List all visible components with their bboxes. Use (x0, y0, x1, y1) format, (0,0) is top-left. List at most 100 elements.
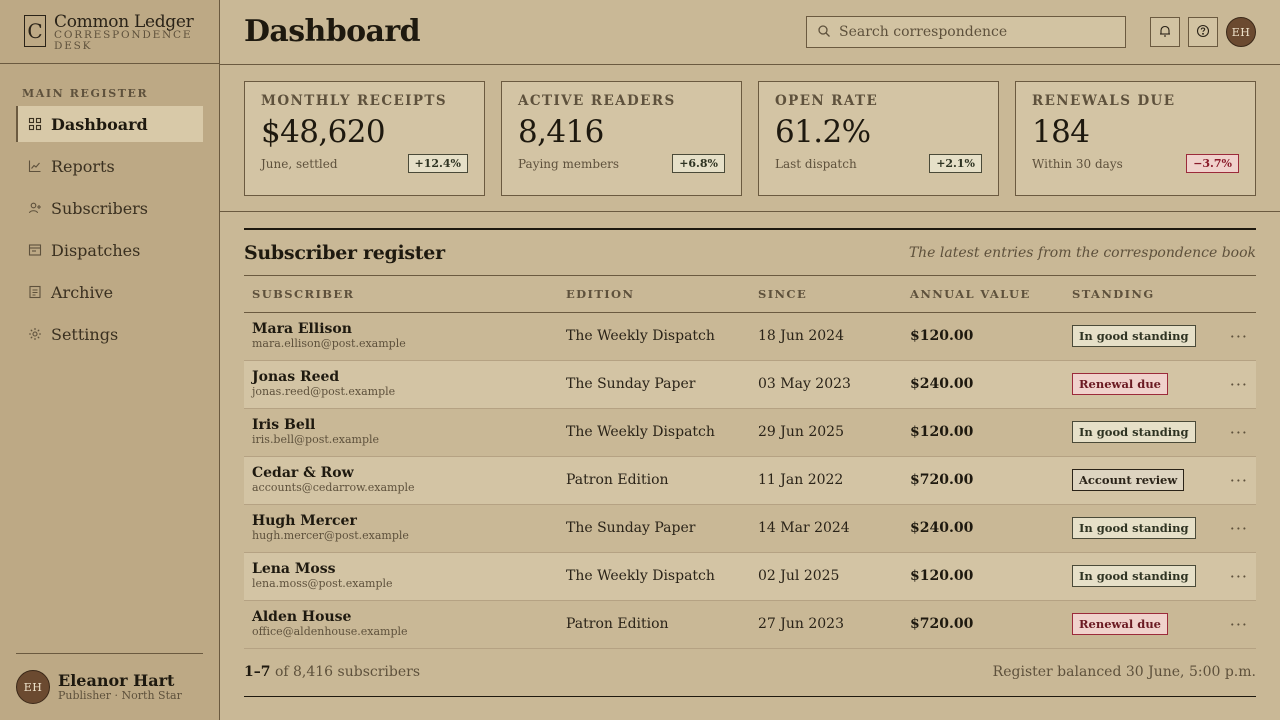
stat-value: $48,620 (261, 114, 386, 150)
table-header-row: SUBSCRIBER EDITION SINCE ANNUAL VALUE ST… (244, 276, 1256, 313)
edition-cell: The Weekly Dispatch (558, 552, 750, 601)
search-box[interactable] (806, 16, 1126, 48)
stat-card-active-readers: ACTIVE READERS 8,416 Paying members +6.8… (501, 81, 742, 196)
row-actions-button[interactable]: ··· (1204, 552, 1256, 601)
sidebar-item-dashboard[interactable]: Dashboard (16, 106, 203, 142)
annual-value-cell: $120.00 (902, 312, 1064, 361)
status-badge: In good standing (1072, 565, 1196, 587)
table-row[interactable]: Cedar & Row accounts@cedarrow.example Pat… (244, 456, 1256, 505)
stat-value: 8,416 (518, 114, 604, 150)
gear-icon (28, 327, 42, 341)
stat-value: 61.2% (775, 114, 871, 150)
edition-cell: The Sunday Paper (558, 360, 750, 409)
sidebar-item-reports[interactable]: Reports (16, 148, 203, 184)
column-header-since[interactable]: SINCE (750, 276, 902, 313)
stat-label: ACTIVE READERS (518, 93, 676, 109)
annual-value-cell: $240.00 (902, 504, 1064, 553)
sidebar-item-label: Archive (51, 282, 114, 302)
document-icon (28, 285, 42, 299)
table-row[interactable]: Alden House office@aldenhouse.example Pat… (244, 600, 1256, 649)
bell-icon (1158, 23, 1172, 42)
column-header-standing[interactable]: STANDING (1064, 276, 1204, 313)
sidebar: C Common Ledger CORRESPONDENCE DESK MAIN… (0, 0, 220, 720)
subscriber-name: Iris Bell (252, 417, 316, 433)
help-icon (1196, 23, 1210, 42)
table-row[interactable]: Lena Moss lena.moss@post.example The Week… (244, 552, 1256, 601)
table-row[interactable]: Mara Ellison mara.ellison@post.example Th… (244, 312, 1256, 361)
stat-card-monthly-receipts: MONTHLY RECEIPTS $48,620 June, settled +… (244, 81, 485, 196)
brand[interactable]: C Common Ledger CORRESPONDENCE DESK (0, 0, 219, 64)
pagination-total: of 8,416 subscribers (274, 664, 421, 680)
stat-delta-badge: +6.8% (672, 154, 725, 173)
notifications-button[interactable] (1150, 17, 1180, 47)
sidebar-item-settings[interactable]: Settings (16, 316, 203, 352)
annual-value-cell: $240.00 (902, 360, 1064, 409)
pagination-range: 1–7 (244, 664, 271, 680)
avatar: EH (16, 670, 50, 704)
column-header-actions (1204, 276, 1256, 313)
row-actions-button[interactable]: ··· (1204, 600, 1256, 649)
row-actions-button[interactable]: ··· (1204, 408, 1256, 457)
column-header-annual-value[interactable]: ANNUAL VALUE (902, 276, 1064, 313)
edition-cell: Patron Edition (558, 600, 750, 649)
annual-value-cell: $720.00 (902, 600, 1064, 649)
sidebar-item-dispatches[interactable]: Dispatches (16, 232, 203, 268)
top-header: Dashboard EH (220, 0, 1280, 64)
column-header-edition[interactable]: EDITION (558, 276, 750, 313)
stat-note: Paying members (518, 156, 620, 171)
user-profile[interactable]: EH Eleanor Hart Publisher · North Star (16, 653, 203, 704)
stats-row: MONTHLY RECEIPTS $48,620 June, settled +… (220, 64, 1280, 212)
subscriber-email: iris.bell@post.example (252, 433, 380, 446)
subscriber-email: hugh.mercer@post.example (252, 529, 409, 542)
annual-value-cell: $120.00 (902, 552, 1064, 601)
status-badge: In good standing (1072, 325, 1196, 347)
since-cell: 14 Mar 2024 (750, 504, 902, 553)
subscriber-name: Mara Ellison (252, 321, 352, 337)
table-row[interactable]: Jonas Reed jonas.reed@post.example The Su… (244, 360, 1256, 409)
subscriber-email: office@aldenhouse.example (252, 625, 408, 638)
since-cell: 18 Jun 2024 (750, 312, 902, 361)
sidebar-item-label: Dispatches (51, 240, 141, 260)
status-badge: In good standing (1072, 517, 1196, 539)
sidebar-item-label: Reports (51, 156, 115, 176)
since-cell: 02 Jul 2025 (750, 552, 902, 601)
brand-name: Common Ledger (54, 12, 194, 32)
row-actions-button[interactable]: ··· (1204, 312, 1256, 361)
user-plus-icon (28, 201, 42, 215)
row-actions-button[interactable]: ··· (1204, 504, 1256, 553)
search-icon (817, 23, 831, 42)
status-badge: In good standing (1072, 421, 1196, 443)
account-avatar-button[interactable]: EH (1226, 17, 1256, 47)
subscriber-email: accounts@cedarrow.example (252, 481, 415, 494)
column-header-subscriber[interactable]: SUBSCRIBER (244, 276, 558, 313)
annual-value-cell: $120.00 (902, 408, 1064, 457)
sidebar-item-subscribers[interactable]: Subscribers (16, 190, 203, 226)
since-cell: 11 Jan 2022 (750, 456, 902, 505)
page-title: Dashboard (244, 14, 421, 49)
subscriber-email: jonas.reed@post.example (252, 385, 396, 398)
stat-note: Within 30 days (1032, 156, 1123, 171)
status-badge: Renewal due (1072, 613, 1168, 635)
section-title: Subscriber register (244, 241, 445, 264)
brand-logo: C (24, 15, 46, 47)
row-actions-button[interactable]: ··· (1204, 360, 1256, 409)
subscriber-email: lena.moss@post.example (252, 577, 393, 590)
user-name: Eleanor Hart (58, 670, 175, 690)
table-row[interactable]: Iris Bell iris.bell@post.example The Week… (244, 408, 1256, 457)
subscriber-name: Alden House (252, 609, 352, 625)
main-nav: Dashboard Reports Subscribers Dispatches… (16, 106, 203, 358)
sidebar-item-label: Subscribers (51, 198, 149, 218)
since-cell: 29 Jun 2025 (750, 408, 902, 457)
user-role: Publisher · North Star (58, 688, 182, 702)
help-button[interactable] (1188, 17, 1218, 47)
subscriber-table: SUBSCRIBER EDITION SINCE ANNUAL VALUE ST… (244, 276, 1256, 649)
sidebar-item-archive[interactable]: Archive (16, 274, 203, 310)
grid-icon (28, 117, 42, 131)
edition-cell: The Weekly Dispatch (558, 408, 750, 457)
table-row[interactable]: Hugh Mercer hugh.mercer@post.example The … (244, 504, 1256, 553)
status-badge: Renewal due (1072, 373, 1168, 395)
row-actions-button[interactable]: ··· (1204, 456, 1256, 505)
search-input[interactable] (839, 24, 1109, 40)
since-cell: 27 Jun 2023 (750, 600, 902, 649)
subscriber-email: mara.ellison@post.example (252, 337, 406, 350)
